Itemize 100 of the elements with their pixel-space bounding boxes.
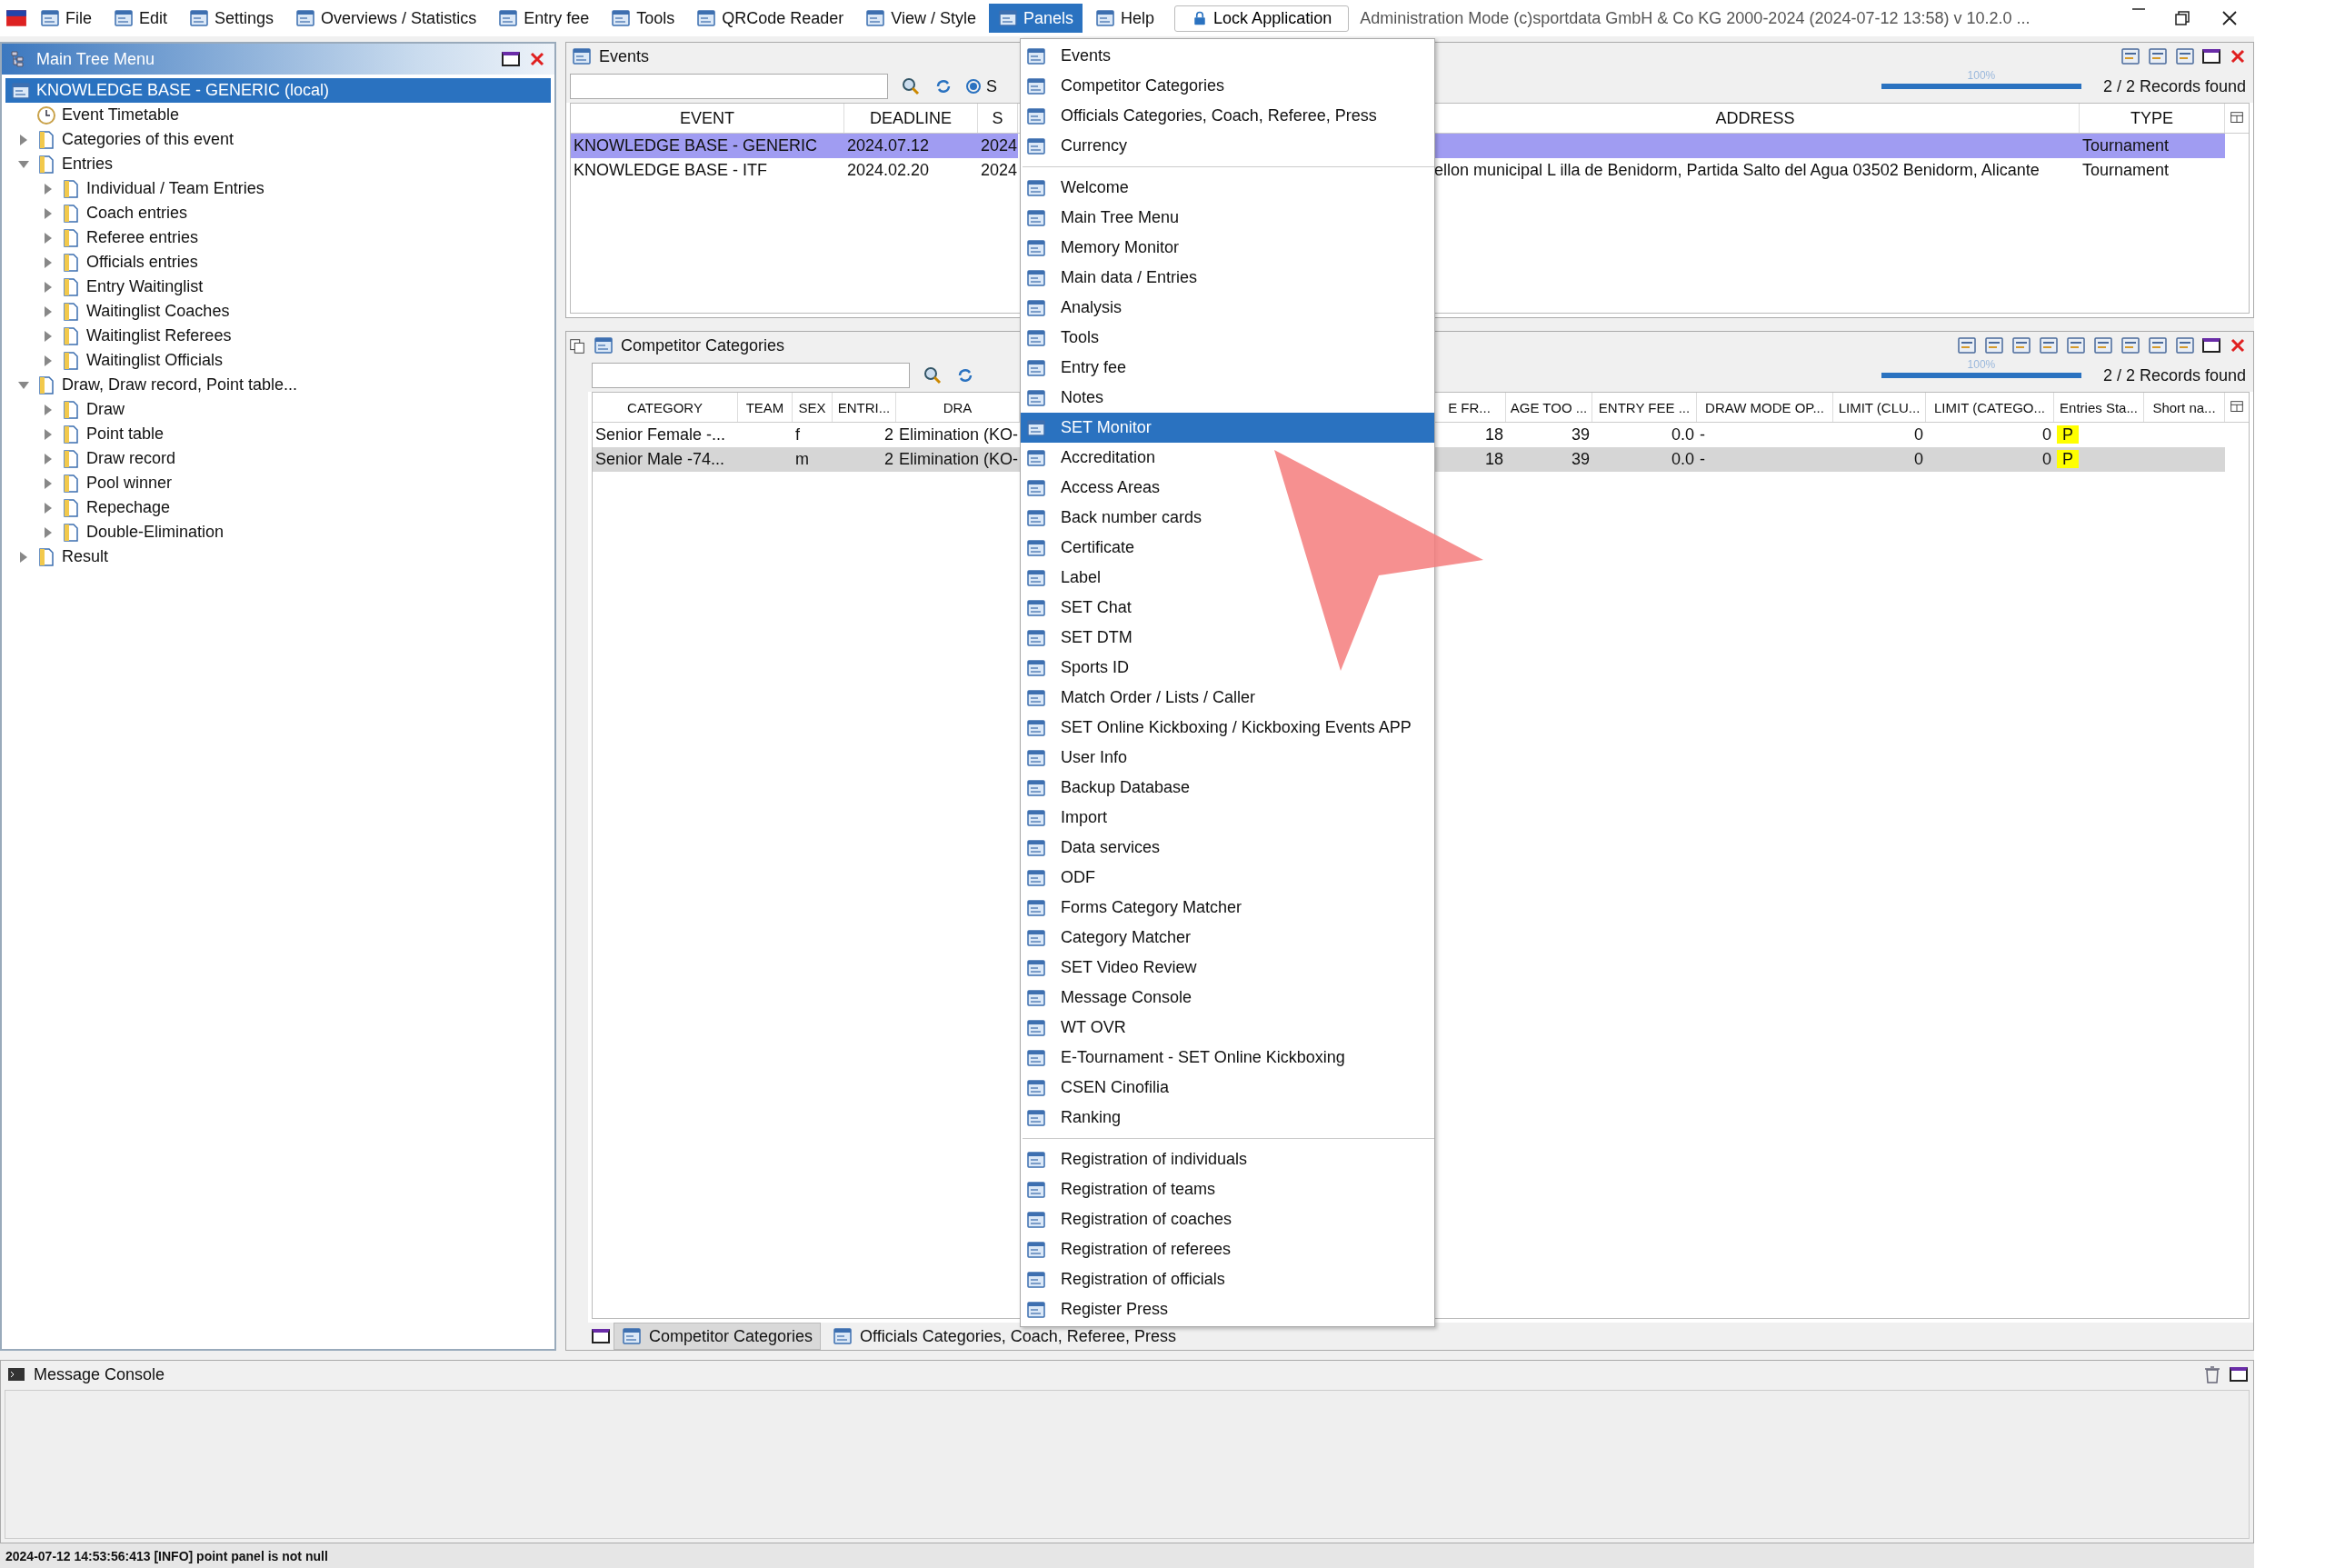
column-header[interactable]: S: [978, 104, 1018, 133]
menu-item[interactable]: Welcome: [1021, 173, 1138, 203]
menu-item[interactable]: SET Online Kickboxing / Kickboxing Events APP: [1021, 713, 1421, 743]
tree-item[interactable]: Pool winner: [5, 471, 551, 495]
menu-item[interactable]: CSEN Cinofilia: [1021, 1073, 1179, 1103]
menu-item[interactable]: Ranking: [1021, 1103, 1131, 1133]
tree-item[interactable]: Event Timetable: [5, 103, 551, 127]
menu-item[interactable]: Registration of referees: [1021, 1234, 1241, 1264]
table-cell[interactable]: Elimination (KO-: [896, 423, 1020, 447]
menu-item[interactable]: Import: [1021, 803, 1116, 833]
menu-item[interactable]: Currency: [1021, 131, 1137, 161]
menu-item[interactable]: Registration of officials: [1021, 1264, 1234, 1294]
expander-icon[interactable]: [20, 134, 27, 145]
toolbar-icon[interactable]: [2175, 46, 2195, 66]
expander-icon[interactable]: [45, 404, 52, 415]
table-cell[interactable]: f: [793, 423, 833, 447]
expander-icon[interactable]: [45, 281, 52, 293]
column-header[interactable]: CATEGORY: [593, 393, 738, 422]
table-cell[interactable]: 2024.02.20: [844, 158, 978, 183]
tree-item[interactable]: Waitinglist Referees: [5, 324, 551, 348]
menu-item[interactable]: Category Matcher: [1021, 923, 1201, 953]
lock-button[interactable]: Lock Application: [1174, 5, 1350, 32]
table-cell[interactable]: Senior Female -...: [593, 423, 738, 447]
tree-item[interactable]: Double-Elimination: [5, 520, 551, 544]
table-cell[interactable]: 2: [833, 447, 896, 472]
maximize-icon[interactable]: [502, 52, 520, 66]
tree-item[interactable]: Officials entries: [5, 250, 551, 275]
menu-item[interactable]: Main Tree Menu: [1021, 203, 1189, 233]
table-cell[interactable]: Elimination (KO-: [896, 447, 1020, 472]
tree-item[interactable]: Individual / Team Entries: [5, 176, 551, 201]
menu-item[interactable]: Memory Monitor: [1021, 233, 1189, 263]
menu-item[interactable]: Access Areas: [1021, 473, 1170, 503]
tree-item[interactable]: Repechage: [5, 495, 551, 520]
table-cell[interactable]: Tournament: [2080, 134, 2225, 158]
column-header[interactable]: AGE TOO ...: [1506, 393, 1592, 422]
search-field[interactable]: [570, 74, 888, 99]
radio-button[interactable]: S: [966, 76, 997, 96]
maximize-icon[interactable]: [2202, 49, 2220, 64]
menu-item[interactable]: Certificate: [1021, 533, 1144, 563]
menu-item[interactable]: Entry fee: [1021, 353, 1136, 383]
column-header[interactable]: Short na...: [2144, 393, 2225, 422]
menu-item[interactable]: Label: [1021, 563, 1111, 593]
expander-icon[interactable]: [45, 305, 52, 317]
table-cell[interactable]: P: [2054, 447, 2144, 472]
menu-item[interactable]: Registration of teams: [1021, 1174, 1225, 1204]
expander-icon[interactable]: [18, 381, 29, 389]
menu-item[interactable]: Message Console: [1021, 983, 1202, 1013]
toolbar-icon[interactable]: [2175, 335, 2195, 355]
menu-item[interactable]: Edit: [105, 4, 177, 33]
table-cell[interactable]: P: [2054, 423, 2144, 447]
tree-item[interactable]: Waitinglist Coaches: [5, 299, 551, 324]
table-cell[interactable]: 0.0: [1592, 447, 1697, 472]
panel-tab[interactable]: Competitor Categories: [614, 1323, 822, 1350]
menu-item[interactable]: E-Tournament - SET Online Kickboxing: [1021, 1043, 1354, 1073]
column-header[interactable]: DRAW MODE OP...: [1697, 393, 1833, 422]
menu-item[interactable]: SET Video Review: [1021, 953, 1206, 983]
table-cell[interactable]: 0: [1833, 447, 1926, 472]
table-cell[interactable]: 0: [1833, 423, 1926, 447]
menu-item[interactable]: Data services: [1021, 833, 1170, 863]
menu-item[interactable]: SET Monitor: [1021, 413, 1434, 443]
search-field[interactable]: [592, 363, 910, 388]
toolbar-icon[interactable]: [2148, 335, 2168, 355]
tree-item[interactable]: Draw record: [5, 446, 551, 471]
toolbar-icon[interactable]: [2148, 46, 2168, 66]
column-header[interactable]: ENTRY FEE ...: [1592, 393, 1697, 422]
panel-tab[interactable]: Officials Categories, Coach, Referee, Press: [824, 1323, 1184, 1350]
column-header[interactable]: LIMIT (CLU...: [1833, 393, 1926, 422]
table-cell[interactable]: 0: [1926, 447, 2054, 472]
table-cell[interactable]: 2: [833, 423, 896, 447]
menu-item[interactable]: Help: [1086, 4, 1164, 33]
toolbar-icon[interactable]: [1957, 335, 1977, 355]
menu-item[interactable]: User Info: [1021, 743, 1137, 773]
expander-icon[interactable]: [45, 526, 52, 538]
expander-icon[interactable]: [45, 256, 52, 268]
expander-icon[interactable]: [45, 453, 52, 464]
menu-item[interactable]: QRCode Reader: [687, 4, 853, 33]
menu-item[interactable]: Match Order / Lists / Caller: [1021, 683, 1265, 713]
table-cell[interactable]: 18: [1433, 423, 1506, 447]
table-cell[interactable]: Tournament: [2080, 158, 2225, 183]
column-header[interactable]: Entries Sta...: [2054, 393, 2144, 422]
toolbar-icon[interactable]: [2039, 335, 2059, 355]
table-cell[interactable]: Senior Male -74...: [593, 447, 738, 472]
table-cell[interactable]: 18: [1433, 447, 1506, 472]
maximize-icon[interactable]: [2230, 1367, 2248, 1382]
table-cell[interactable]: 2024.07.12: [844, 134, 978, 158]
tree-item[interactable]: Entry Waitinglist: [5, 275, 551, 299]
menu-item[interactable]: WT OVR: [1021, 1013, 1135, 1043]
table-cell[interactable]: ellon municipal L illa de Benidorm, Partida Salto del Agua 03502 Benidorm, Alicante: [1432, 158, 2080, 183]
tree-item[interactable]: Draw, Draw record, Point table...: [5, 373, 551, 397]
tree-item[interactable]: Result: [5, 544, 551, 569]
menu-item[interactable]: Register Press: [1021, 1294, 1178, 1324]
menu-item[interactable]: Accreditation: [1021, 443, 1165, 473]
table-cell[interactable]: 39: [1506, 423, 1592, 447]
menu-item[interactable]: Backup Database: [1021, 773, 1200, 803]
menu-item[interactable]: Notes: [1021, 383, 1113, 413]
menu-item[interactable]: Analysis: [1021, 293, 1132, 323]
menu-item[interactable]: Events: [1021, 41, 1121, 71]
menu-item[interactable]: Tools: [602, 4, 684, 33]
table-cell[interactable]: m: [793, 447, 833, 472]
menu-item[interactable]: Back number cards: [1021, 503, 1212, 533]
